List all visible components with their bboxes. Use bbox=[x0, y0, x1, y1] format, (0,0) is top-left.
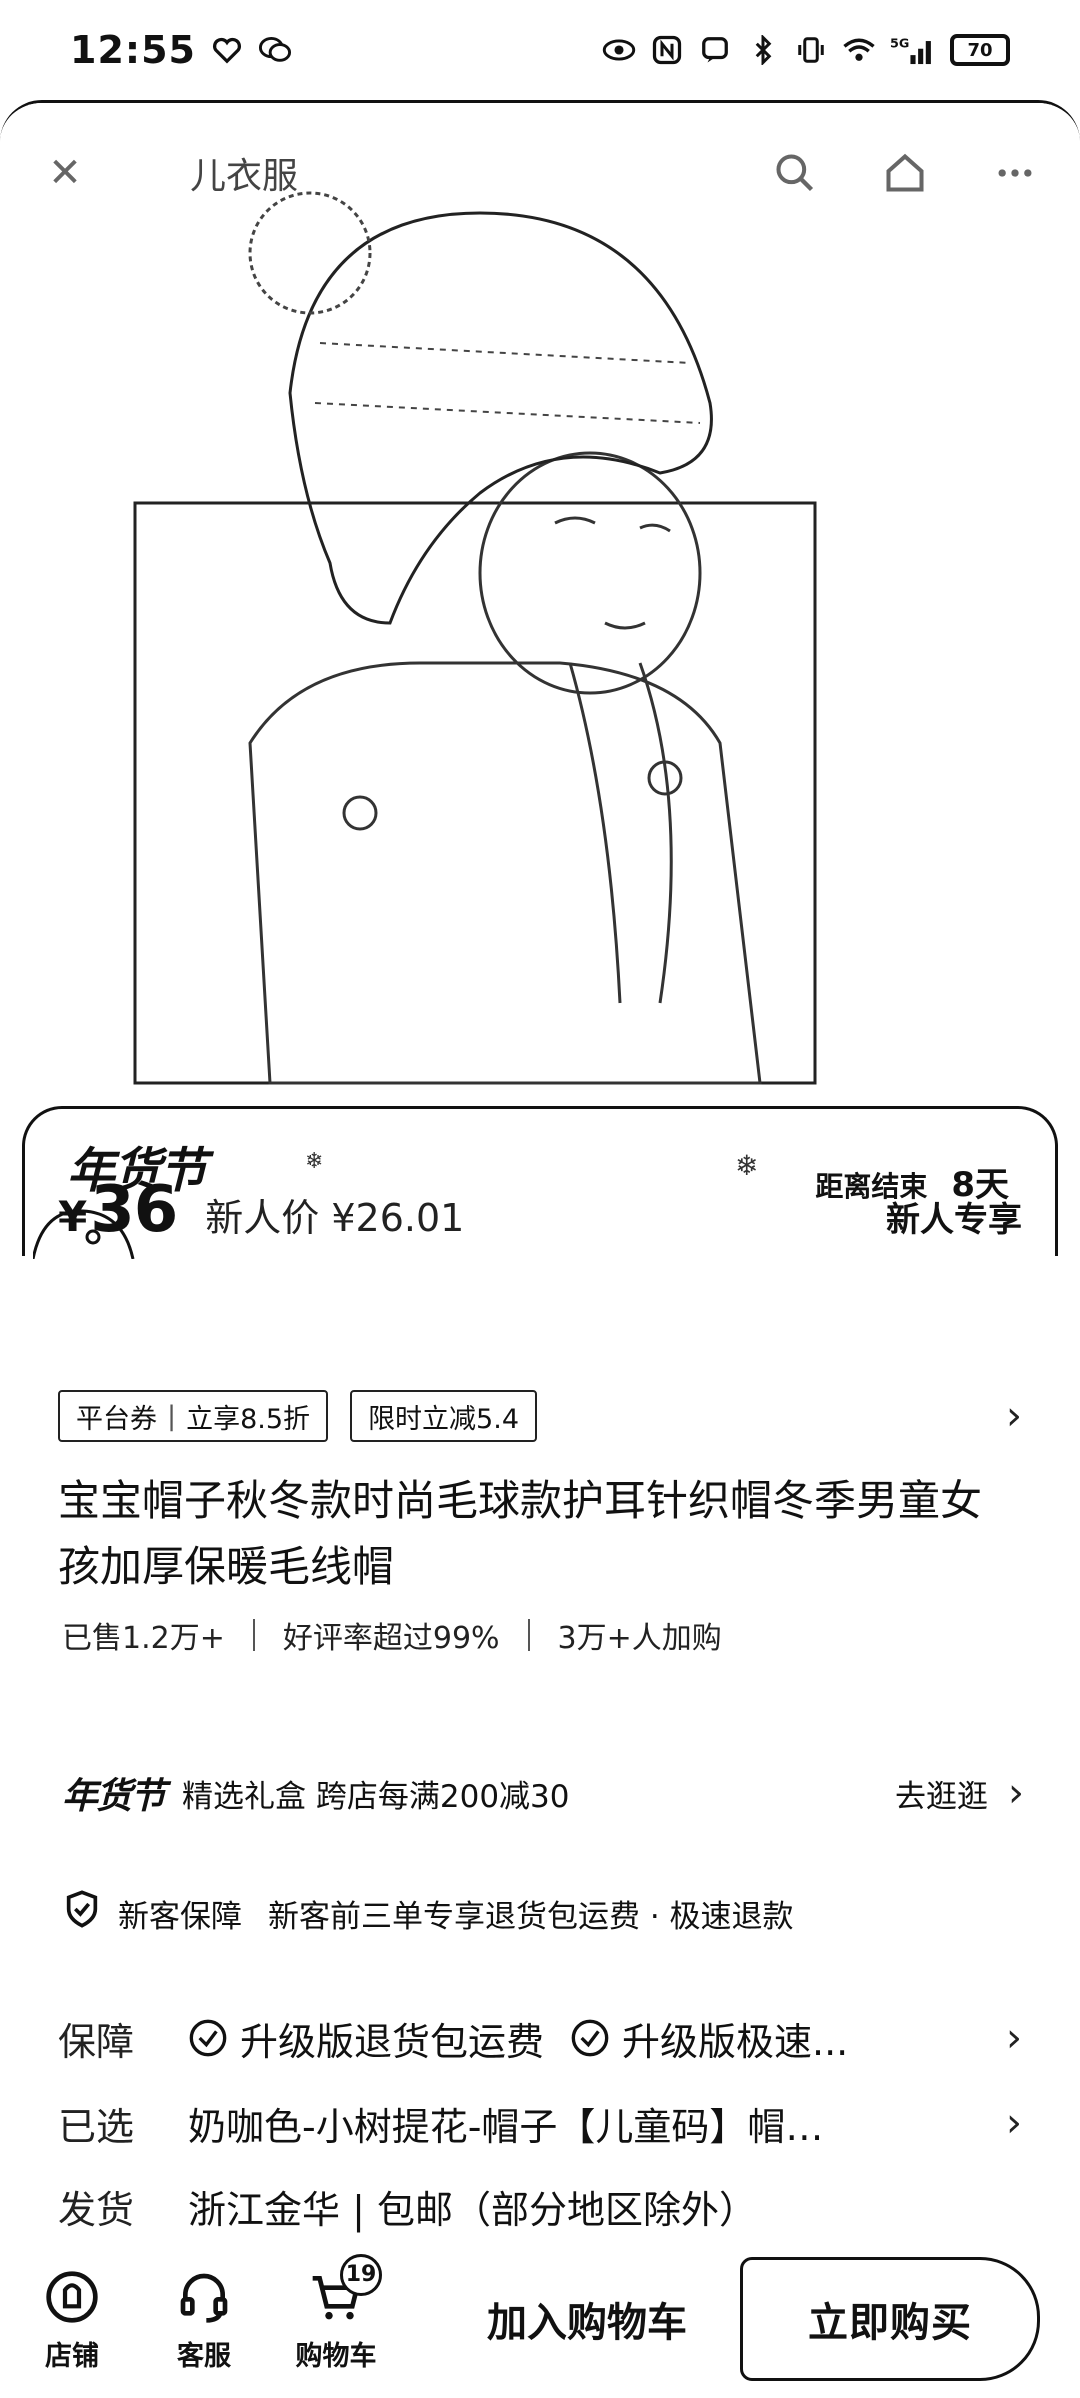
status-right: 5G 70 bbox=[602, 33, 1010, 67]
nfc-icon bbox=[650, 33, 684, 67]
nav-actions bbox=[770, 148, 1040, 198]
bottom-action-bar: 店铺 客服 19 购物车 加入购物车 立即购买 bbox=[0, 2240, 1080, 2398]
promo-row[interactable]: 年货节 精选礼盒 跨店每满200减30 去逛逛 › bbox=[62, 1763, 1024, 1823]
selected-row[interactable]: 已选 奶咖色-小树提花-帽子【儿童码】帽… › bbox=[58, 2088, 1022, 2158]
protection-key: 保障 bbox=[58, 2019, 135, 2064]
stats-row: 已售1.2万+ 好评率超过99% 3万+人加购 bbox=[62, 1613, 722, 1657]
more-icon[interactable] bbox=[990, 148, 1040, 198]
store-label: 店铺 bbox=[45, 2340, 99, 2372]
add-to-cart-button[interactable]: 加入购物车 bbox=[442, 2259, 732, 2379]
newcomer-tag[interactable]: 新人专享 bbox=[886, 1192, 1022, 1241]
search-icon[interactable] bbox=[770, 148, 820, 198]
store-button[interactable]: 店铺 bbox=[6, 2266, 138, 2373]
divider bbox=[527, 1619, 530, 1651]
divider bbox=[252, 1619, 255, 1651]
wifi-icon bbox=[842, 33, 876, 67]
added-count: 3万+人加购 bbox=[557, 1621, 722, 1656]
newcomer-price: 新人价 ¥26.01 bbox=[205, 1196, 465, 1240]
cart-count-badge: 19 bbox=[340, 2253, 382, 2296]
check-circle-icon bbox=[189, 2019, 227, 2057]
protection-row[interactable]: 保障 升级版退货包运费 升级版极速... › bbox=[58, 2003, 1022, 2073]
shipping-key: 发货 bbox=[58, 2187, 135, 2232]
bluetooth-icon bbox=[746, 33, 780, 67]
service-button[interactable]: 客服 bbox=[138, 2266, 270, 2373]
svg-text:5G: 5G bbox=[890, 36, 909, 51]
selected-value: 奶咖色-小树提花-帽子【儿童码】帽… bbox=[188, 2104, 824, 2149]
store-icon bbox=[41, 2266, 103, 2328]
guarantee-text: 新客前三单专享退货包运费 · 极速退款 bbox=[268, 1898, 794, 1935]
coupon-separator: | bbox=[167, 1400, 177, 1432]
message-icon bbox=[698, 33, 732, 67]
coupon-discount: 立享8.5折 bbox=[186, 1403, 311, 1435]
home-icon[interactable] bbox=[880, 148, 930, 198]
cart-label: 购物车 bbox=[295, 2340, 377, 2372]
product-image[interactable] bbox=[0, 103, 1080, 1093]
product-photo bbox=[133, 191, 817, 1085]
shield-check-icon bbox=[62, 1889, 102, 1937]
signal-icon: 5G bbox=[890, 33, 936, 67]
eye-icon bbox=[602, 33, 636, 67]
buy-now-button[interactable]: 立即购买 bbox=[740, 2257, 1040, 2381]
product-title: 宝宝帽子秋冬款时尚毛球款护耳针织帽冬季男童女孩加厚保暖毛线帽 bbox=[58, 1476, 983, 1591]
cart-button[interactable]: 19 购物车 bbox=[270, 2253, 402, 2373]
coupon-label: 平台券 bbox=[76, 1403, 157, 1435]
protection-item: 升级版极速... bbox=[622, 2019, 849, 2064]
promo-text: 精选礼盒 跨店每满200减30 bbox=[182, 1778, 570, 1815]
chevron-right-icon[interactable]: › bbox=[1006, 1393, 1022, 1439]
service-label: 客服 bbox=[177, 2340, 231, 2372]
shipping-row[interactable]: 发货 浙江金华 | 包邮（部分地区除外） bbox=[58, 2171, 1022, 2241]
heart-icon bbox=[210, 33, 244, 67]
protection-value: 升级版退货包运费 升级版极速... bbox=[188, 2011, 848, 2066]
sold-count: 已售1.2万+ bbox=[62, 1621, 225, 1656]
guarantee-title: 新客保障 bbox=[118, 1898, 242, 1935]
protection-item: 升级版退货包运费 bbox=[240, 2019, 545, 2064]
status-left: 12:55 bbox=[70, 28, 292, 72]
wechat-icon bbox=[258, 33, 292, 67]
selected-key: 已选 bbox=[58, 2104, 135, 2149]
price-row: ¥36 新人价 ¥26.01 新人专享 bbox=[58, 1173, 1022, 1263]
platform-coupon[interactable]: 平台券 | 立享8.5折 bbox=[58, 1390, 329, 1442]
chevron-right-icon: › bbox=[1008, 1770, 1024, 1816]
coupon-row[interactable]: 平台券 | 立享8.5折 限时立减5.4 › bbox=[58, 1388, 1022, 1444]
headset-icon bbox=[173, 2266, 235, 2328]
nav-title: 儿衣服 bbox=[190, 156, 299, 197]
chevron-right-icon: › bbox=[1006, 2015, 1022, 2061]
status-time: 12:55 bbox=[70, 28, 196, 72]
close-icon[interactable]: ✕ bbox=[40, 148, 90, 198]
promo-link-label: 去逛逛 bbox=[895, 1778, 988, 1815]
check-circle-icon bbox=[571, 2019, 609, 2057]
shipping-value: 浙江金华 | 包邮（部分地区除外） bbox=[188, 2187, 757, 2232]
vibrate-icon bbox=[794, 33, 828, 67]
promo-logo: 年货节 bbox=[62, 1776, 166, 1817]
snowflake-icon: ❄ bbox=[305, 1149, 324, 1174]
status-bar: 12:55 5G 70 bbox=[0, 0, 1080, 100]
chevron-right-icon: › bbox=[1006, 2100, 1022, 2146]
top-nav: ✕ 儿衣服 bbox=[0, 123, 1080, 223]
battery-indicator: 70 bbox=[950, 34, 1010, 66]
rating: 好评率超过99% bbox=[282, 1621, 500, 1656]
promo-link[interactable]: 去逛逛 › bbox=[895, 1770, 1024, 1816]
product-sheet: ✕ 儿衣服 年货节 ❄ ❄ 距离结束 8天 ¥36 新人价 ¥26.01 新人专… bbox=[0, 100, 1080, 2398]
limited-discount-coupon[interactable]: 限时立减5.4 bbox=[350, 1390, 538, 1442]
current-price: ¥36 bbox=[58, 1173, 178, 1247]
guarantee-row[interactable]: 新客保障 新客前三单专享退货包运费 · 极速退款 bbox=[62, 1888, 1024, 1938]
